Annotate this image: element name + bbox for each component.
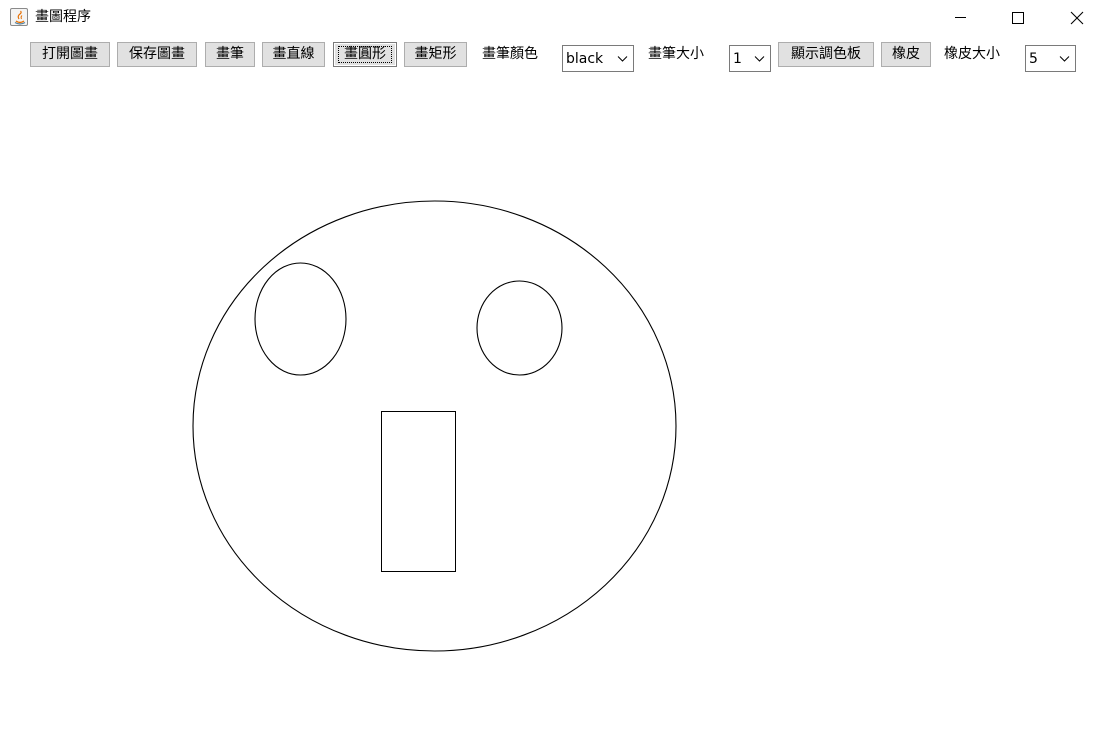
eraser-size-value: 5 [1029,51,1038,67]
close-icon [1070,11,1084,25]
open-picture-button[interactable]: 打開圖畫 [30,42,110,67]
title-bar: 畫圖程序 [0,0,1106,34]
pen-size-label: 畫筆大小 [648,46,704,62]
minimize-icon [955,17,966,18]
pen-color-select[interactable]: black [562,45,634,72]
right-eye-ellipse [476,280,563,376]
minimize-button[interactable] [931,0,989,34]
close-button[interactable] [1047,0,1105,34]
canvas-drawing [192,200,677,652]
eraser-size-label: 橡皮大小 [944,46,1000,62]
rectangle-tool-button[interactable]: 畫矩形 [404,42,467,67]
chevron-down-icon [754,56,765,62]
pen-size-value: 1 [733,51,742,67]
pen-color-label: 畫筆顏色 [482,46,538,62]
left-eye-ellipse [254,262,347,376]
circle-tool-label: 畫圓形 [344,46,386,62]
pen-size-select[interactable]: 1 [729,45,771,72]
maximize-button[interactable] [989,0,1047,34]
save-picture-button[interactable]: 保存圖畫 [117,42,197,67]
mouth-rectangle [381,411,456,572]
toolbar: 打開圖畫 保存圖畫 畫筆 畫直線 畫圓形 畫矩形 畫筆顏色 black 畫筆大小… [0,34,1106,78]
maximize-icon [1012,12,1024,24]
eraser-size-select[interactable]: 5 [1025,45,1076,72]
line-tool-button[interactable]: 畫直線 [262,42,325,67]
circle-tool-button[interactable]: 畫圓形 [333,42,397,67]
paint-app-window: 畫圖程序 打開圖畫 保存圖畫 畫筆 畫直線 畫圓形 畫矩形 畫筆顏色 black… [0,0,1106,737]
show-palette-button[interactable]: 顯示調色板 [778,42,874,67]
java-app-icon[interactable] [10,8,28,26]
pen-tool-button[interactable]: 畫筆 [205,42,255,67]
chevron-down-icon [617,56,628,62]
pen-color-value: black [566,51,604,67]
chevron-down-icon [1059,56,1070,62]
drawing-canvas[interactable] [0,78,1106,737]
eraser-button[interactable]: 橡皮 [881,42,931,67]
window-title: 畫圖程序 [35,9,91,25]
face-ellipse [192,200,677,652]
